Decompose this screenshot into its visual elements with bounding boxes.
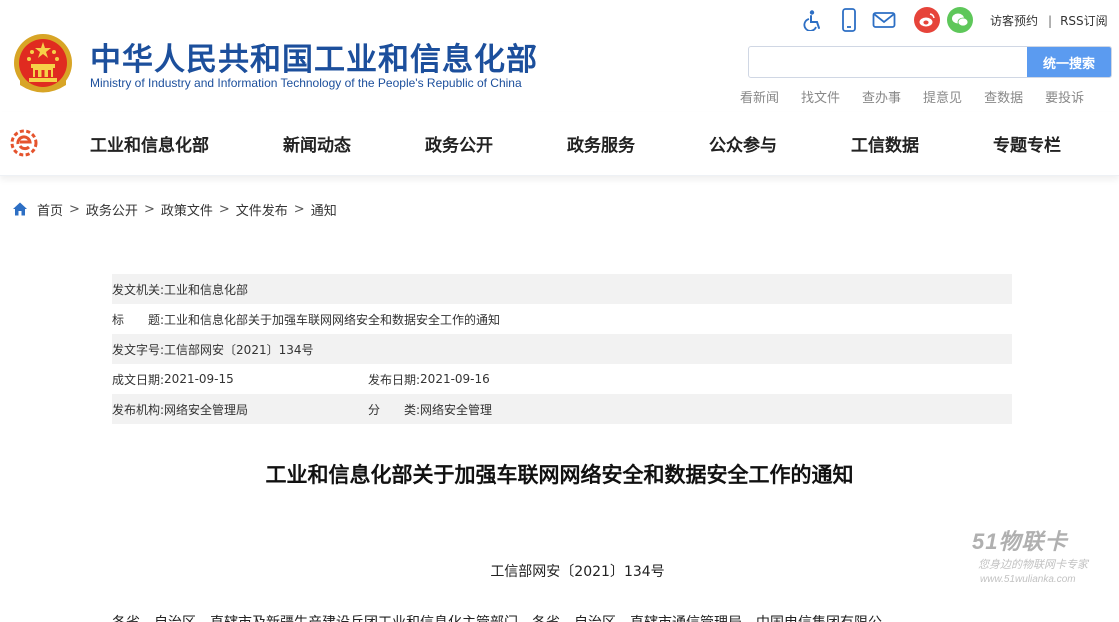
weibo-icon[interactable]: [914, 7, 940, 33]
document-metadata: 发文机关: 工业和信息化部 标 题: 工业和信息化部关于加强车联网网络安全和数据…: [112, 274, 1012, 424]
quick-link-news[interactable]: 看新闻: [740, 87, 779, 106]
site-header: 中华人民共和国工业和信息化部 Ministry of Industry and …: [0, 0, 1119, 112]
site-title[interactable]: 中华人民共和国工业和信息化部: [90, 34, 538, 79]
org-cell: 发布机构: 网络安全管理局: [112, 401, 368, 418]
nav-item-data[interactable]: 工信数据: [851, 131, 919, 156]
created-date-cell: 成文日期: 2021-09-15: [112, 371, 368, 388]
nav-item-public-participation[interactable]: 公众参与: [709, 131, 777, 156]
breadcrumb-policy-files[interactable]: 政策文件: [161, 200, 213, 219]
nav-item-news[interactable]: 新闻动态: [283, 131, 351, 156]
title-label: 标 题:: [112, 312, 165, 327]
category-label: 分 类:: [368, 402, 421, 417]
published-date-value: 2021-09-16: [420, 372, 490, 386]
breadcrumb-gov-affairs[interactable]: 政务公开: [86, 200, 138, 219]
title-value: 工业和信息化部关于加强车联网网络安全和数据安全工作的通知: [164, 312, 501, 327]
search-button[interactable]: 统一搜索: [1027, 47, 1111, 77]
mobile-icon[interactable]: [835, 6, 863, 34]
org-label: 发布机构:: [112, 402, 165, 417]
doc-number-label: 发文字号:: [112, 342, 165, 357]
breadcrumb-notice[interactable]: 通知: [311, 200, 337, 219]
watermark-brand: 51物联卡: [972, 529, 1068, 554]
breadcrumb-separator: >: [218, 201, 230, 217]
top-icon-bar: [800, 6, 980, 34]
published-date-label: 发布日期:: [368, 372, 421, 387]
quick-link-files[interactable]: 找文件: [801, 87, 840, 106]
quick-link-services[interactable]: 查办事: [862, 87, 901, 106]
quick-link-complaint[interactable]: 要投诉: [1045, 87, 1084, 106]
quick-links: 看新闻 找文件 查办事 提意见 查数据 要投诉: [740, 87, 1084, 106]
quick-link-feedback[interactable]: 提意见: [923, 87, 962, 106]
breadcrumb-separator: >: [69, 201, 80, 217]
search-input[interactable]: [749, 47, 1027, 77]
rss-link[interactable]: RSS订阅: [1060, 12, 1108, 29]
ministry-logo-icon[interactable]: [10, 129, 38, 157]
accessibility-icon[interactable]: [800, 6, 828, 34]
wechat-icon[interactable]: [947, 7, 973, 33]
nav-item-ministry[interactable]: 工业和信息化部: [90, 131, 209, 156]
doc-number-value: 工信部网安〔2021〕134号: [164, 342, 314, 357]
category-value: 网络安全管理: [420, 402, 493, 417]
meta-row-doc-number: 发文字号: 工信部网安〔2021〕134号: [112, 334, 1012, 364]
search-box: 统一搜索: [748, 46, 1112, 78]
breadcrumb-separator: >: [293, 201, 305, 217]
category-cell: 分 类: 网络安全管理: [368, 401, 492, 418]
meta-row-title: 标 题: 工业和信息化部关于加强车联网网络安全和数据安全工作的通知: [112, 304, 1012, 334]
watermark-slogan: 您身边的物联网卡专家: [978, 558, 1088, 571]
breadcrumb: 首页 > 政务公开 > 政策文件 > 文件发布 > 通知: [12, 200, 337, 219]
quick-link-data[interactable]: 查数据: [984, 87, 1023, 106]
breadcrumb-file-release[interactable]: 文件发布: [236, 200, 288, 219]
breadcrumb-separator: >: [143, 201, 155, 217]
national-emblem-logo[interactable]: [12, 30, 74, 96]
breadcrumb-home[interactable]: 首页: [37, 200, 63, 219]
meta-row-org: 发布机构: 网络安全管理局 分 类: 网络安全管理: [112, 394, 1012, 424]
created-date-label: 成文日期:: [112, 372, 165, 387]
top-link-separator: |: [1048, 13, 1053, 28]
issuer-value: 工业和信息化部: [164, 282, 249, 297]
article-body-first-line: 各省、自治区、直辖市及新疆生产建设兵团工业和信息化主管部门，各省、自治区、直辖市…: [112, 612, 1012, 622]
watermark-url: www.51wulianka.com: [980, 574, 1076, 585]
meta-row-dates: 成文日期: 2021-09-15 发布日期: 2021-09-16: [112, 364, 1012, 394]
published-date-cell: 发布日期: 2021-09-16: [368, 371, 490, 388]
main-nav: 工业和信息化部 新闻动态 政务公开 政务服务 公众参与 工信数据 专题专栏: [0, 112, 1119, 176]
top-links: 访客预约 | RSS订阅: [990, 12, 1108, 29]
visitor-booking-link[interactable]: 访客预约: [990, 12, 1038, 29]
article-doc-number: 工信部网安〔2021〕134号: [490, 564, 665, 580]
nav-items: 工业和信息化部 新闻动态 政务公开 政务服务 公众参与 工信数据 专题专栏: [90, 112, 1061, 174]
created-date-value: 2021-09-15: [164, 372, 234, 386]
article-title: 工业和信息化部关于加强车联网网络安全和数据安全工作的通知: [265, 463, 854, 487]
nav-item-gov-affairs[interactable]: 政务公开: [425, 131, 493, 156]
nav-item-gov-services[interactable]: 政务服务: [567, 131, 635, 156]
site-subtitle: Ministry of Industry and Information Tec…: [90, 76, 522, 90]
watermark: 51物联卡 您身边的物联网卡专家 www.51wulianka.com: [972, 520, 1112, 600]
org-value: 网络安全管理局: [164, 402, 249, 417]
home-icon[interactable]: [12, 201, 28, 217]
nav-item-special-topics[interactable]: 专题专栏: [993, 131, 1061, 156]
meta-row-issuer: 发文机关: 工业和信息化部: [112, 274, 1012, 304]
issuer-label: 发文机关:: [112, 282, 165, 297]
mail-icon[interactable]: [870, 6, 898, 34]
